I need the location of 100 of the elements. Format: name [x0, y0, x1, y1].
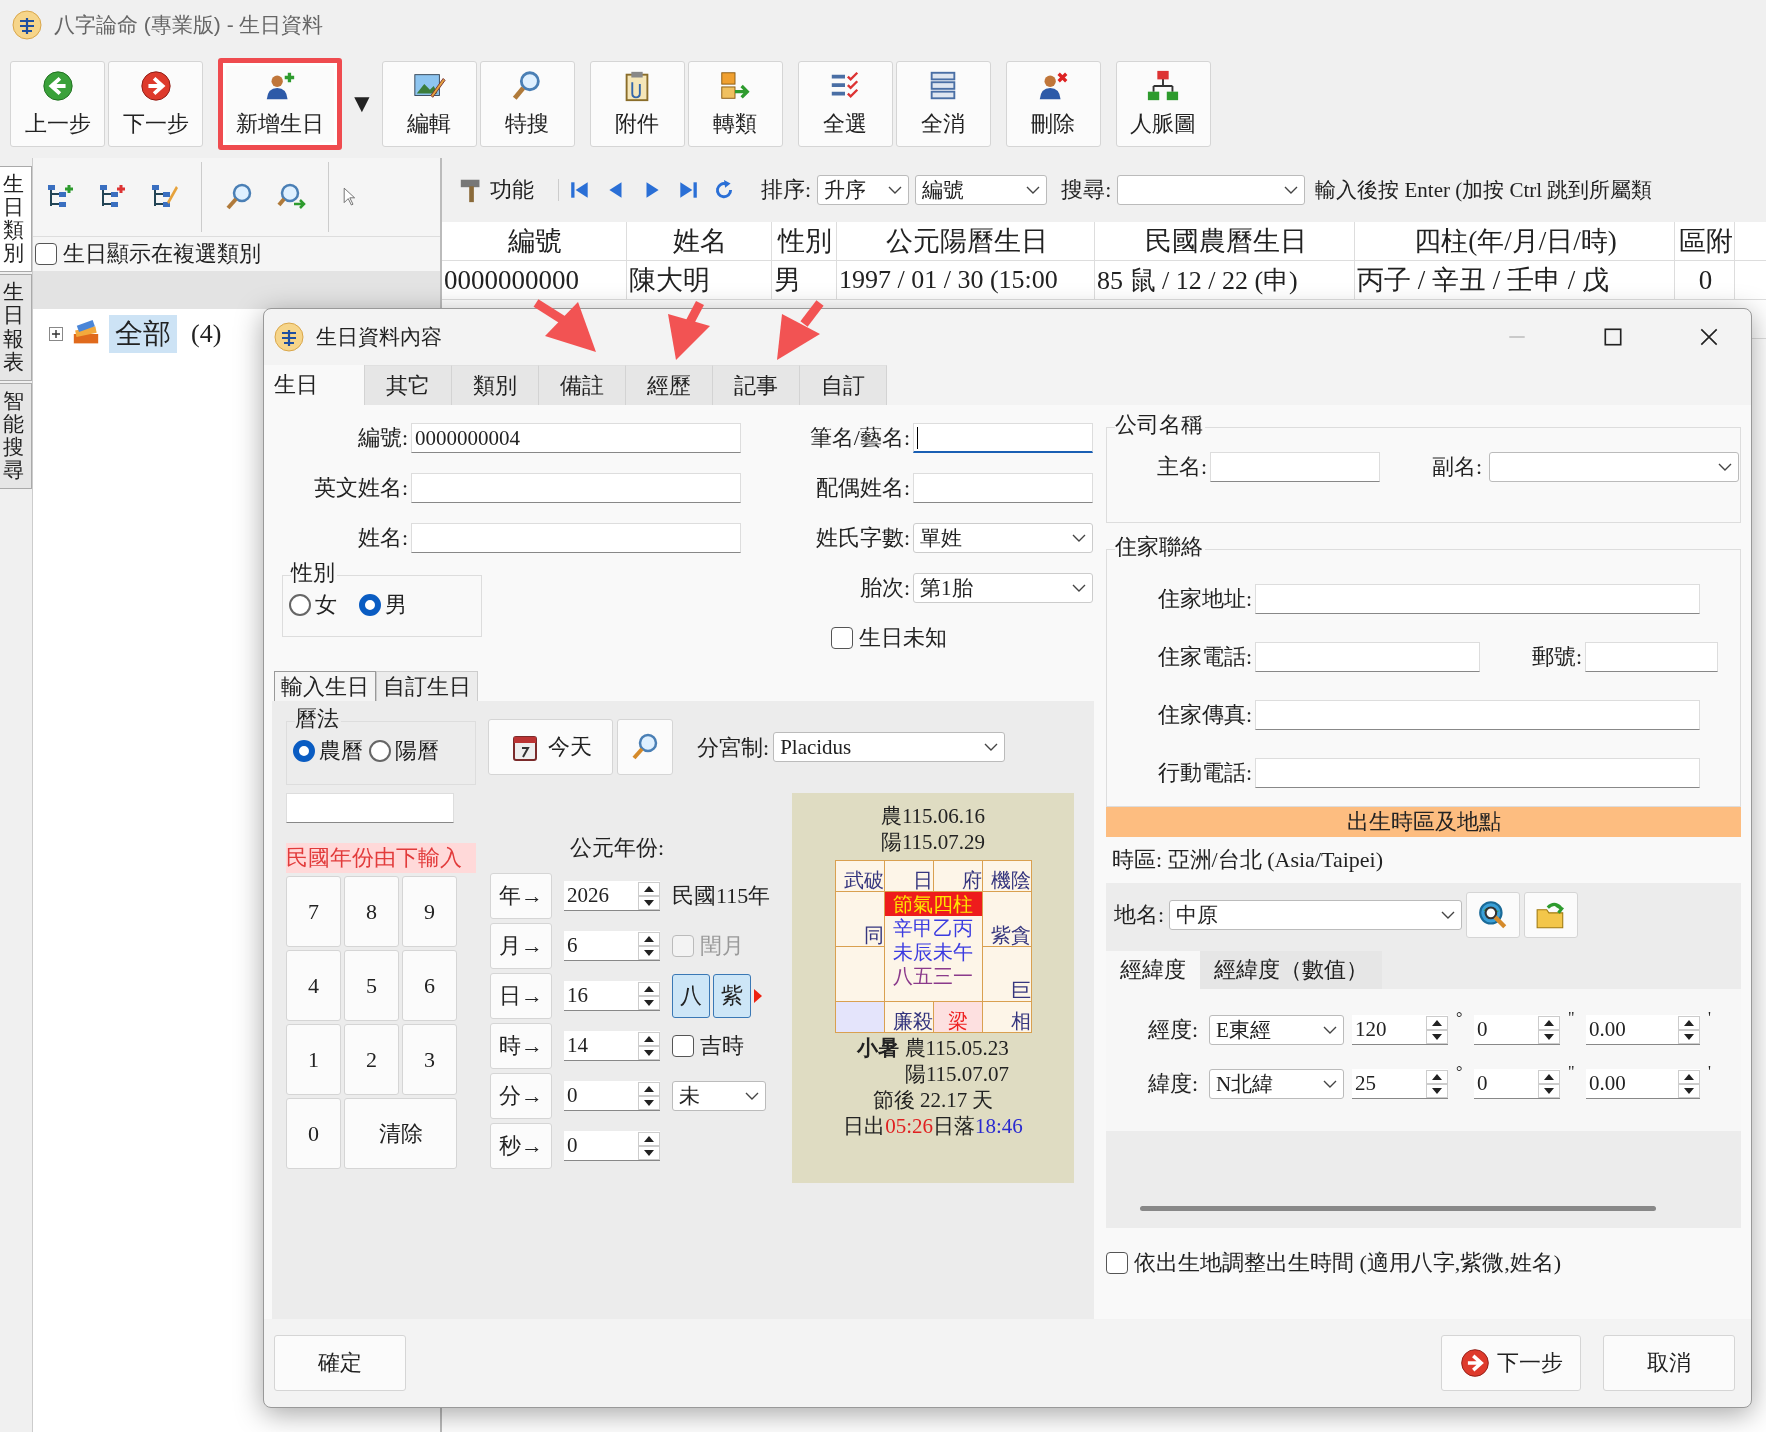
dropdown-arrow[interactable]: ▼ — [349, 91, 375, 117]
spinner-field[interactable]: 120 — [1352, 1015, 1448, 1045]
set-button[interactable]: 月→ — [490, 923, 552, 969]
toolbar-button[interactable]: 刪除 — [1005, 61, 1101, 147]
tree-item[interactable]: 全部 — [109, 315, 177, 353]
chart-button[interactable]: 紫 — [713, 974, 751, 1018]
side-tab[interactable]: 生日類別 — [0, 166, 32, 273]
dropdown[interactable]: 未 — [672, 1081, 766, 1111]
keypad-key[interactable]: 6 — [402, 950, 457, 1021]
spinner-field[interactable]: 0.00 — [1586, 1015, 1700, 1045]
dropdown[interactable]: 升序 — [817, 175, 910, 205]
dropdown[interactable]: 單姓 — [913, 523, 1093, 553]
text-field[interactable] — [1585, 642, 1718, 672]
tab[interactable]: 自訂 — [800, 365, 887, 405]
keypad-key[interactable]: 清除 — [344, 1098, 457, 1169]
search-icon[interactable] — [224, 182, 254, 212]
column-header[interactable]: 編號 — [442, 222, 627, 260]
keypad-key[interactable]: 3 — [402, 1024, 457, 1095]
side-tab[interactable]: 智能搜尋 — [0, 382, 32, 490]
keypad-key[interactable]: 1 — [286, 1024, 341, 1095]
tab[interactable]: 經緯度（數值） — [1200, 951, 1382, 989]
checkbox[interactable] — [672, 1035, 694, 1057]
tab[interactable]: 經緯度 — [1106, 951, 1200, 989]
text-field[interactable] — [913, 473, 1093, 503]
dropdown[interactable]: 中原 — [1169, 900, 1463, 930]
toolbar-button[interactable]: 人脈圖 — [1115, 61, 1211, 147]
tab[interactable]: 類別 — [452, 365, 539, 405]
tab[interactable]: 輸入生日 — [274, 671, 376, 701]
column-header[interactable]: 四柱(年/月/日/時) — [1355, 222, 1675, 260]
set-button[interactable]: 年→ — [490, 873, 552, 919]
spinner-field[interactable]: 14 — [564, 1031, 660, 1061]
dropdown[interactable]: N北緯 — [1209, 1069, 1344, 1099]
spinner-field[interactable]: 25 — [1352, 1069, 1448, 1099]
chart-button[interactable]: 八 — [672, 974, 710, 1018]
side-tab[interactable]: 生日報表 — [0, 274, 32, 381]
first-icon[interactable] — [569, 179, 591, 201]
tab[interactable]: 自訂生日 — [376, 671, 478, 701]
spinner-field[interactable]: 2026 — [564, 881, 660, 911]
text-field[interactable]: 0000000004 — [411, 423, 741, 453]
text-field[interactable] — [411, 473, 741, 503]
set-button[interactable]: 秒→ — [490, 1123, 552, 1169]
dropdown[interactable]: E東經 — [1209, 1015, 1344, 1045]
toolbar-button[interactable]: 特搜 — [479, 61, 575, 147]
keypad-key[interactable]: 4 — [286, 950, 341, 1021]
checkbox[interactable] — [1106, 1252, 1128, 1274]
toolbar-button[interactable]: 編輯 — [381, 61, 477, 147]
column-header[interactable]: 民國農曆生日 — [1095, 222, 1355, 260]
keypad-key[interactable]: 8 — [344, 876, 399, 947]
spinner-field[interactable]: 6 — [564, 931, 660, 961]
text-field[interactable] — [286, 793, 454, 823]
dropdown[interactable]: 編號 — [915, 175, 1048, 205]
dropdown[interactable]: 第1胎 — [913, 573, 1093, 603]
toolbar-button[interactable]: 上一步 — [10, 61, 105, 147]
folder-button[interactable] — [1524, 892, 1579, 938]
radio-button[interactable] — [359, 594, 381, 616]
close-icon[interactable] — [1698, 326, 1720, 348]
radio-button[interactable] — [289, 594, 311, 616]
function-button[interactable]: 功能 — [454, 171, 538, 209]
set-button[interactable]: 分→ — [490, 1073, 552, 1119]
keypad-key[interactable]: 2 — [344, 1024, 399, 1095]
text-field[interactable] — [913, 423, 1093, 453]
keypad-key[interactable]: 7 — [286, 876, 341, 947]
checkbox[interactable] — [35, 243, 57, 265]
spinner-field[interactable]: 16 — [564, 981, 660, 1011]
text-field[interactable] — [1255, 584, 1700, 614]
spinner-field[interactable]: 0 — [1474, 1015, 1560, 1045]
spinner-field[interactable]: 0 — [564, 1081, 660, 1111]
toolbar-button[interactable]: 下一步 — [108, 61, 203, 147]
next-button[interactable]: 下一步 — [1441, 1335, 1581, 1391]
spinner-field[interactable]: 0.00 — [1586, 1069, 1700, 1099]
tab[interactable]: 備註 — [539, 365, 626, 405]
keypad-key[interactable]: 5 — [344, 950, 399, 1021]
spinner-field[interactable]: 0 — [564, 1131, 660, 1161]
tab[interactable]: 其它 — [365, 365, 452, 405]
tab[interactable]: 記事 — [713, 365, 800, 405]
dropdown[interactable]: Placidus — [773, 732, 1006, 762]
toolbar-button[interactable]: 全消 — [895, 61, 991, 147]
toolbar-button[interactable]: 轉類 — [687, 61, 783, 147]
text-field[interactable] — [1255, 758, 1700, 788]
text-field[interactable] — [1255, 642, 1480, 672]
tab[interactable]: 生日 — [264, 365, 365, 405]
radio-button[interactable] — [293, 740, 315, 762]
text-field[interactable] — [1255, 700, 1700, 730]
column-header[interactable]: 姓名 — [627, 222, 772, 260]
maximize-icon[interactable] — [1602, 326, 1624, 348]
expand-icon[interactable] — [49, 327, 63, 341]
spinner-field[interactable]: 0 — [1474, 1069, 1560, 1099]
text-field[interactable] — [411, 523, 741, 553]
tab[interactable]: 經歷 — [626, 365, 713, 405]
column-header[interactable]: 性別 — [772, 222, 837, 260]
globe-search-button[interactable] — [1466, 892, 1521, 938]
keypad-key[interactable]: 0 — [286, 1098, 341, 1169]
radio-button[interactable] — [369, 740, 391, 762]
text-field[interactable] — [1210, 452, 1380, 482]
search-button[interactable] — [617, 719, 673, 775]
today-button[interactable]: 今天 — [488, 719, 613, 775]
set-button[interactable]: 日→ — [490, 973, 552, 1019]
column-header[interactable]: 區附 — [1675, 222, 1735, 260]
cancel-button[interactable]: 取消 — [1603, 1335, 1735, 1391]
ok-button[interactable]: 確定 — [274, 1335, 406, 1391]
